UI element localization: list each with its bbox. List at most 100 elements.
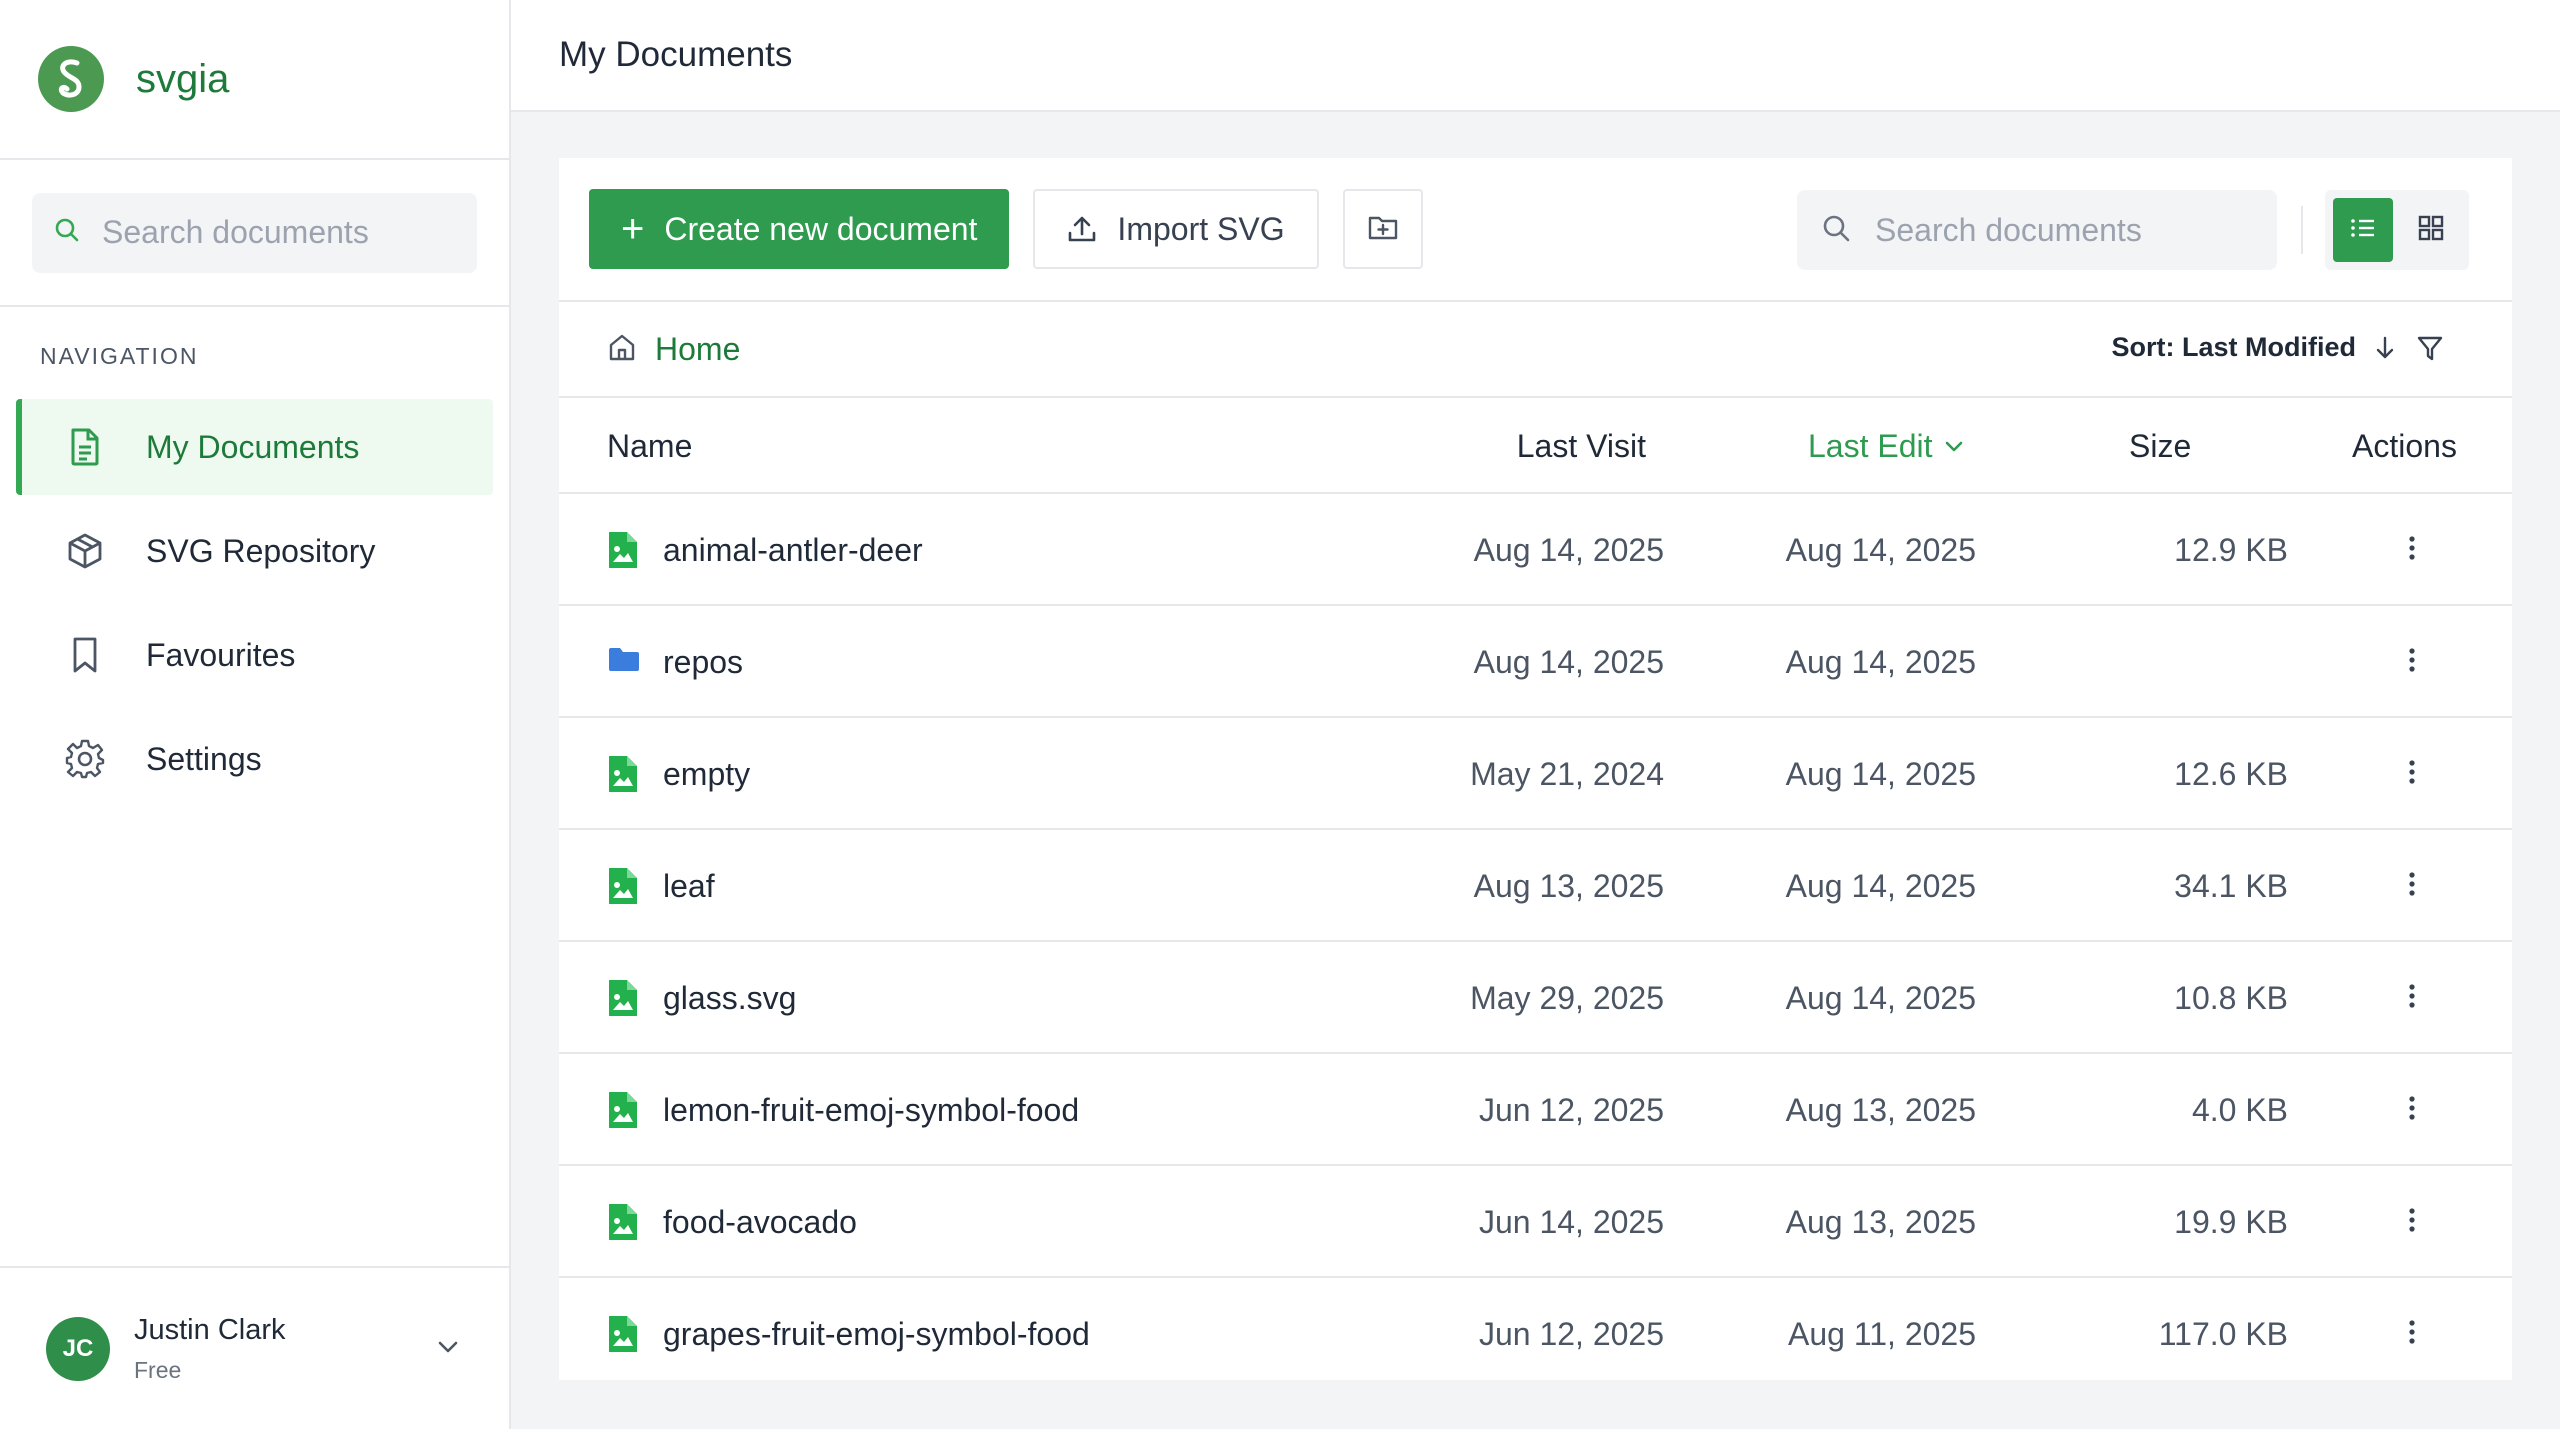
user-plan: Free — [134, 1356, 182, 1383]
row-name[interactable]: glass.svg — [663, 980, 796, 1017]
sidebar: svgia NAVIGATION My Documents SVG Reposi… — [0, 0, 511, 1429]
create-document-label: Create new document — [664, 210, 978, 247]
row-last-visit: Aug 14, 2025 — [1473, 532, 1664, 568]
breadcrumb-home[interactable]: Home — [655, 331, 740, 368]
row-name[interactable]: empty — [663, 756, 750, 793]
table-row[interactable]: food-avocado Jun 14, 2025 Aug 13, 2025 1… — [559, 1166, 2512, 1278]
user-menu[interactable]: JC Justin Clark Free — [0, 1266, 509, 1429]
table-row[interactable]: grapes-fruit-emoj-symbol-food Jun 12, 20… — [559, 1278, 2512, 1380]
folder-icon — [607, 644, 641, 682]
row-size: 12.9 KB — [2174, 532, 2288, 568]
filter-icon[interactable] — [2416, 334, 2444, 362]
new-folder-button[interactable] — [1342, 189, 1423, 269]
row-last-visit: Jun 12, 2025 — [1478, 1092, 1664, 1128]
document-icon — [64, 426, 106, 468]
sidebar-item-favourites[interactable]: Favourites — [16, 607, 493, 703]
more-vertical-icon[interactable] — [2408, 1316, 2416, 1353]
more-vertical-icon[interactable] — [2408, 1092, 2416, 1129]
more-vertical-icon[interactable] — [2408, 868, 2416, 905]
row-size: 117.0 KB — [2158, 1316, 2288, 1352]
app-window: svgia NAVIGATION My Documents SVG Reposi… — [0, 0, 2560, 1429]
document-search[interactable] — [1797, 190, 2277, 270]
row-size: 19.9 KB — [2174, 1204, 2288, 1240]
brand[interactable]: svgia — [0, 0, 509, 160]
row-name[interactable]: food-avocado — [663, 1204, 857, 1241]
toolbar: + Create new document Import SVG — [559, 158, 2512, 302]
view-toggle — [2325, 190, 2469, 270]
sidebar-item-label: Settings — [146, 740, 262, 777]
row-name[interactable]: animal-antler-deer — [663, 532, 923, 569]
sidebar-item-my-documents[interactable]: My Documents — [16, 399, 493, 495]
row-name[interactable]: lemon-fruit-emoj-symbol-food — [663, 1092, 1079, 1129]
image-file-icon — [607, 1092, 637, 1136]
folder-plus-icon — [1367, 213, 1399, 246]
list-view-button[interactable] — [2333, 198, 2393, 262]
row-size: 34.1 KB — [2174, 868, 2288, 904]
list-icon — [2350, 217, 2376, 244]
more-vertical-icon[interactable] — [2408, 1204, 2416, 1241]
user-name: Justin Clark — [134, 1313, 286, 1346]
row-size: 10.8 KB — [2174, 980, 2288, 1016]
arrow-down-icon[interactable] — [2374, 335, 2396, 361]
sidebar-search-input[interactable] — [102, 214, 462, 251]
gear-icon — [64, 738, 106, 780]
more-vertical-icon[interactable] — [2408, 532, 2416, 569]
sidebar-search-container — [0, 160, 509, 307]
search-input[interactable] — [1875, 211, 2255, 249]
sort-control[interactable]: Sort: Last Modified — [2112, 332, 2445, 363]
table-body: animal-antler-deer Aug 14, 2025 Aug 14, … — [559, 494, 2512, 1380]
home-icon[interactable] — [607, 332, 637, 367]
chevron-down-icon — [1945, 441, 1963, 453]
row-last-visit: May 29, 2025 — [1470, 980, 1664, 1016]
row-last-edit: Aug 14, 2025 — [1785, 644, 1976, 680]
grid-icon — [2418, 215, 2444, 246]
row-name[interactable]: leaf — [663, 868, 715, 905]
sidebar-item-svg-repository[interactable]: SVG Repository — [16, 503, 493, 599]
column-actions: Actions — [2352, 428, 2457, 464]
column-last-edit[interactable]: Last Edit — [1808, 428, 1963, 465]
table-row[interactable]: animal-antler-deer Aug 14, 2025 Aug 14, … — [559, 494, 2512, 606]
sidebar-item-label: SVG Repository — [146, 532, 376, 569]
image-file-icon — [607, 532, 637, 576]
bookmark-icon — [64, 634, 106, 676]
row-name[interactable]: repos — [663, 644, 743, 681]
row-last-edit: Aug 14, 2025 — [1785, 756, 1976, 792]
more-vertical-icon[interactable] — [2408, 980, 2416, 1017]
image-file-icon — [607, 980, 637, 1024]
sidebar-search[interactable] — [32, 192, 477, 273]
content: + Create new document Import SVG Search … — [511, 112, 2560, 1380]
page-title: My Documents — [559, 35, 793, 74]
user-meta: Justin Clark Free — [134, 1314, 286, 1384]
more-vertical-icon[interactable] — [2408, 644, 2416, 681]
sidebar-item-settings[interactable]: Settings — [16, 711, 493, 807]
grid-view-button[interactable] — [2401, 198, 2461, 262]
table-row[interactable]: leaf Aug 13, 2025 Aug 14, 2025 34.1 KB — [559, 830, 2512, 942]
row-last-edit: Aug 14, 2025 — [1785, 980, 1976, 1016]
row-last-visit: Aug 13, 2025 — [1473, 868, 1664, 904]
column-last-visit[interactable]: Last Visit — [1517, 428, 1646, 465]
row-name[interactable]: grapes-fruit-emoj-symbol-food — [663, 1316, 1090, 1353]
table-row[interactable]: glass.svg May 29, 2025 Aug 14, 2025 10.8… — [559, 942, 2512, 1054]
row-size: 4.0 KB — [2191, 1092, 2288, 1128]
column-size[interactable]: Size — [2129, 428, 2191, 465]
page-header: My Documents — [511, 0, 2560, 112]
table-row[interactable]: repos Aug 14, 2025 Aug 14, 2025 — [559, 606, 2512, 718]
sidebar-item-label: Favourites — [146, 636, 296, 673]
more-vertical-icon[interactable] — [2408, 756, 2416, 793]
documents-panel: + Create new document Import SVG Search … — [559, 158, 2512, 1380]
chevron-down-icon[interactable] — [437, 1340, 459, 1359]
row-last-edit: Aug 14, 2025 — [1785, 868, 1976, 904]
image-file-icon — [607, 1316, 637, 1360]
table-row[interactable]: empty May 21, 2024 Aug 14, 2025 12.6 KB — [559, 718, 2512, 830]
column-name[interactable]: Name — [607, 428, 692, 465]
create-document-button[interactable]: + Create new document — [589, 189, 1010, 269]
main-area: My Documents + Create new document Impor… — [511, 0, 2560, 1429]
table-row[interactable]: lemon-fruit-emoj-symbol-food Jun 12, 202… — [559, 1054, 2512, 1166]
import-svg-button[interactable]: Import SVG — [1033, 189, 1319, 269]
image-file-icon — [607, 868, 637, 912]
image-file-icon — [607, 756, 637, 800]
brand-name: svgia — [136, 56, 230, 101]
upload-icon — [1067, 214, 1097, 244]
cube-icon — [64, 530, 106, 572]
sidebar-item-label: My Documents — [146, 428, 360, 465]
